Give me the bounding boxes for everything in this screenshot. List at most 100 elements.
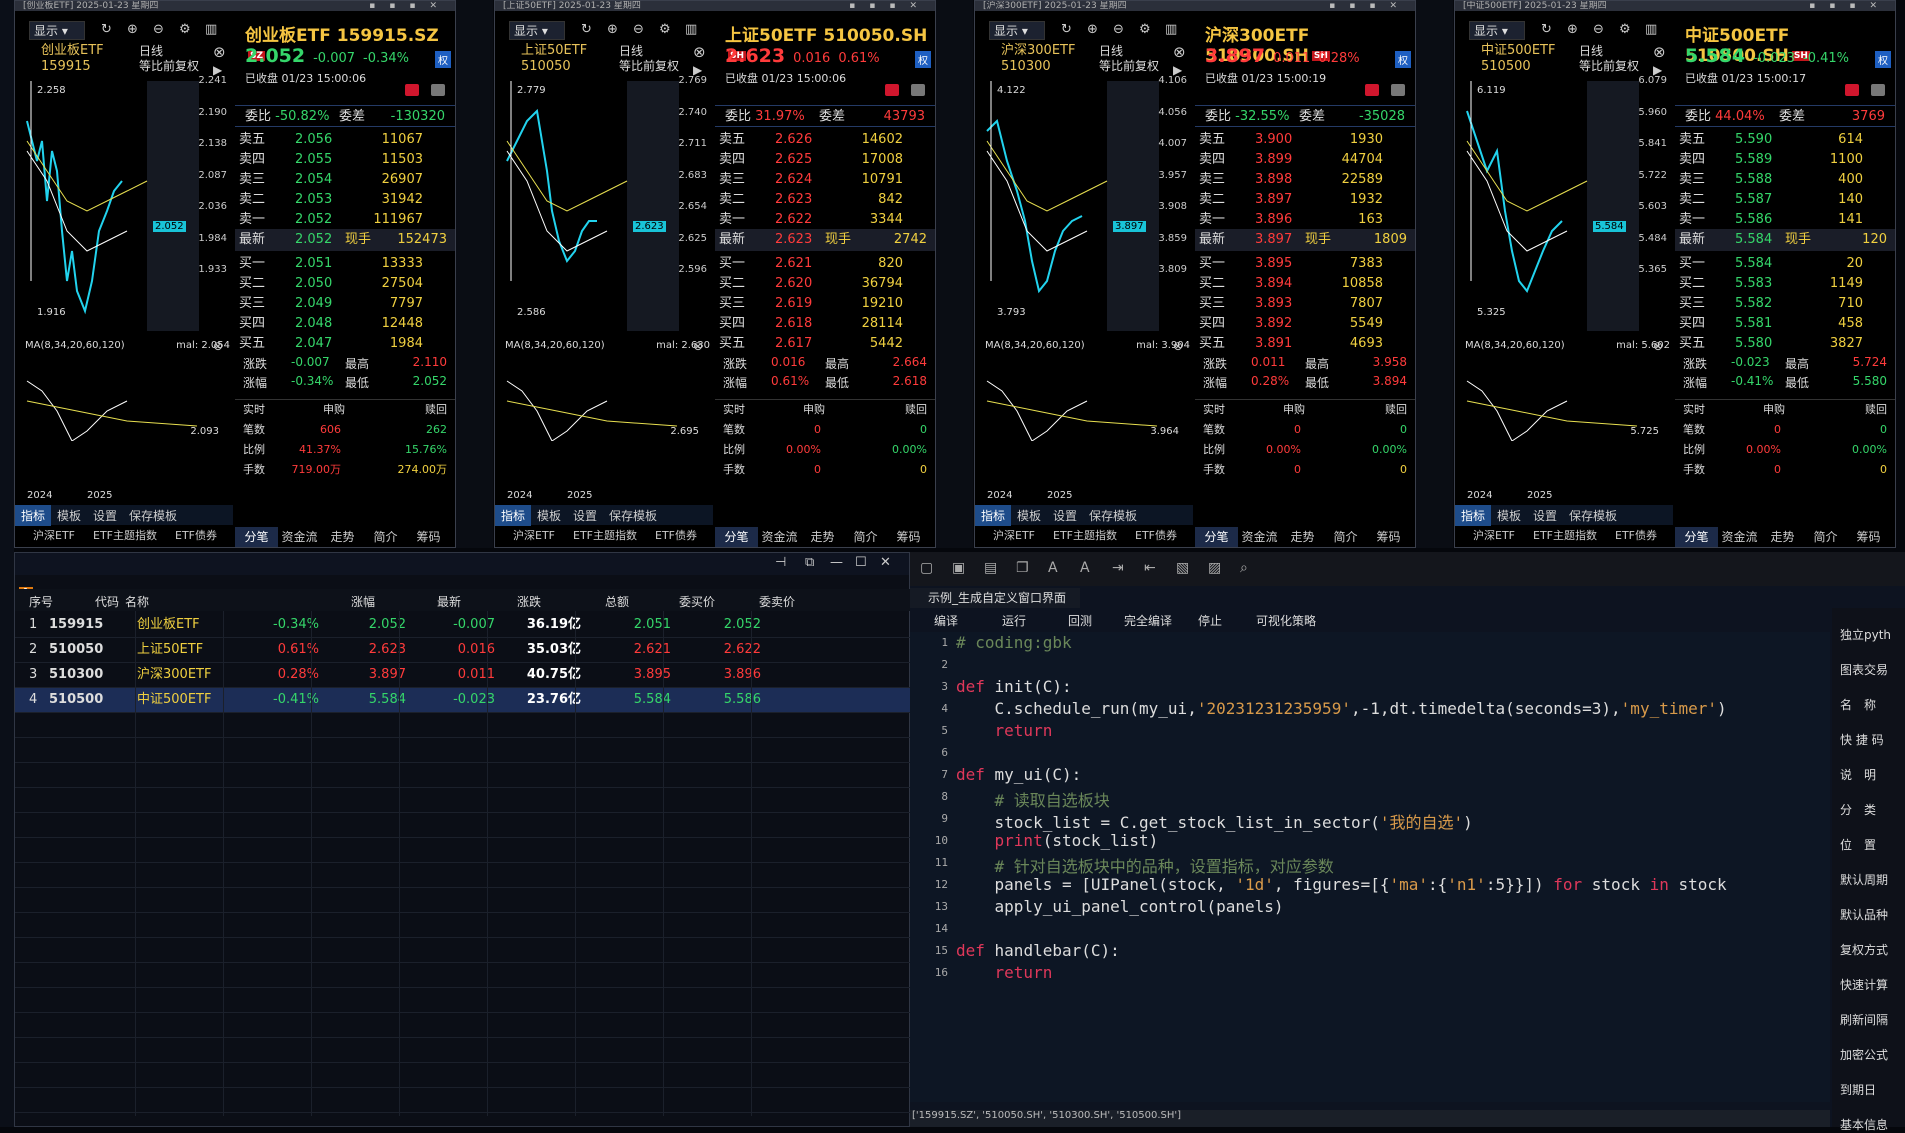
sector-tab[interactable]: ETF主题指数	[1533, 529, 1597, 542]
ask-row[interactable]: 卖二 3.897 1932	[1195, 189, 1415, 211]
quote-tab[interactable]: 简介	[844, 527, 887, 547]
snapshot-icon[interactable]	[911, 84, 925, 96]
bid-row[interactable]: 买三 5.582 710	[1675, 293, 1895, 315]
code-line[interactable]: return	[956, 721, 1053, 740]
bid-row[interactable]: 买一 2.051 13333	[235, 253, 455, 275]
code-line[interactable]: panels = [UIPanel(stock, '1d', figures=[…	[956, 875, 1727, 894]
quote-tab[interactable]: 走势	[1281, 527, 1324, 547]
maximize-icon[interactable]: ☐	[855, 555, 867, 570]
restore-icon[interactable]: ⧉	[805, 555, 814, 570]
display-dropdown[interactable]: 显示 ▾	[989, 21, 1045, 40]
code-line[interactable]: def init(C):	[956, 677, 1072, 696]
property-item[interactable]: 位 置	[1840, 836, 1876, 853]
property-item[interactable]: 图表交易	[1840, 661, 1888, 678]
property-item[interactable]: 分 类	[1840, 801, 1876, 818]
favorite-icon[interactable]	[405, 84, 419, 96]
ask-row[interactable]: 卖三 5.588 400	[1675, 169, 1895, 191]
quote-tab[interactable]: 分笔	[1675, 527, 1718, 547]
refresh-icon[interactable]: ↻	[1061, 22, 1072, 37]
close-icon[interactable]: ✕	[880, 555, 891, 570]
settings-icon[interactable]: ⚙	[179, 22, 191, 37]
property-item[interactable]: 独立pyth	[1840, 626, 1891, 643]
property-item[interactable]: 说 明	[1840, 766, 1876, 783]
code-line[interactable]: # 针对自选板块中的品种，设置指标，对应参数	[956, 853, 1334, 877]
display-dropdown[interactable]: 显示 ▾	[509, 21, 565, 40]
favorite-icon[interactable]	[1845, 84, 1859, 96]
zoom-in-icon[interactable]: ⊕	[127, 22, 138, 37]
column-header[interactable]: 委买价	[679, 593, 715, 610]
ask-row[interactable]: 卖三 2.624 10791	[715, 169, 935, 191]
property-item[interactable]: 默认品种	[1840, 906, 1888, 923]
layout-icon[interactable]: ▥	[205, 22, 217, 37]
bid-row[interactable]: 买四 2.048 12448	[235, 313, 455, 335]
property-item[interactable]: 名 称	[1840, 696, 1876, 713]
tab-template[interactable]: 模板	[51, 505, 87, 526]
save-as-icon[interactable]: ▤	[984, 560, 997, 576]
sector-tab[interactable]: ETF主题指数	[573, 529, 637, 542]
visual-strategy-button[interactable]: 可视化策略	[1256, 610, 1316, 632]
zoom-out-icon[interactable]: ⊖	[153, 22, 164, 37]
bid-row[interactable]: 买二 5.583 1149	[1675, 273, 1895, 295]
kline-chart[interactable]: 显示 ▾ ↻ ⊕ ⊖ ⚙ ▥ 创业板ETF 159915 日线 等比前复权 ⊗ ▶ …	[15, 13, 233, 542]
ask-row[interactable]: 卖一 3.896 163	[1195, 209, 1415, 231]
zoom-in-icon[interactable]: ⊕	[607, 22, 618, 37]
ask-row[interactable]: 卖五 3.900 1930	[1195, 129, 1415, 151]
bid-row[interactable]: 买五 3.891 4693	[1195, 333, 1415, 355]
ask-row[interactable]: 卖四 2.625 17008	[715, 149, 935, 171]
close-icon[interactable]: ⊗	[1653, 43, 1666, 61]
tab-template[interactable]: 模板	[531, 505, 567, 526]
tab-settings[interactable]: 设置	[1047, 505, 1083, 526]
quote-tab[interactable]: 资金流	[1718, 527, 1761, 547]
quote-tab[interactable]: 筹码	[407, 527, 450, 547]
tab-indicator[interactable]: 指标	[975, 505, 1012, 526]
sector-tab[interactable]: ETF债券	[655, 529, 697, 542]
bid-row[interactable]: 买四 5.581 458	[1675, 313, 1895, 335]
sector-tab[interactable]: ETF债券	[175, 529, 217, 542]
code-line[interactable]: def my_ui(C):	[956, 765, 1081, 784]
code-line[interactable]: apply_ui_panel_control(panels)	[956, 897, 1284, 916]
property-item[interactable]: 加密公式	[1840, 1046, 1888, 1063]
bid-row[interactable]: 买一 5.584 20	[1675, 253, 1895, 275]
ask-row[interactable]: 卖一 2.622 3344	[715, 209, 935, 231]
find-icon[interactable]: ⌕	[1240, 560, 1248, 576]
quote-tab[interactable]: 筹码	[1367, 527, 1410, 547]
tab-template[interactable]: 模板	[1011, 505, 1047, 526]
ask-row[interactable]: 卖四 3.899 44704	[1195, 149, 1415, 171]
quote-tab[interactable]: 简介	[1324, 527, 1367, 547]
code-line[interactable]: def handlebar(C):	[956, 941, 1120, 960]
new-file-icon[interactable]: ▢	[920, 560, 933, 576]
property-item[interactable]: 基本信息	[1840, 1116, 1888, 1133]
bid-row[interactable]: 买三 3.893 7807	[1195, 293, 1415, 315]
code-area[interactable]: 1 # coding:gbk 2 3 def init(C): 4 C.schedule_…	[910, 632, 1830, 1102]
settings-icon[interactable]: ⚙	[659, 22, 671, 37]
quote-tab[interactable]: 走势	[801, 527, 844, 547]
layout-icon[interactable]: ▥	[685, 22, 697, 37]
close-icon[interactable]: ⊗	[693, 43, 706, 61]
snapshot-icon[interactable]	[1391, 84, 1405, 96]
uncomment-icon[interactable]: ▨	[1208, 560, 1221, 576]
column-header[interactable]: 序号	[29, 593, 53, 610]
tab-settings[interactable]: 设置	[567, 505, 603, 526]
favorite-icon[interactable]	[1365, 84, 1379, 96]
layout-icon[interactable]: ▥	[1645, 22, 1657, 37]
table-row[interactable]: 2 510050 上证50ETF 0.61% 2.623 0.016 35.03亿 2.621…	[15, 637, 911, 662]
sector-tab[interactable]: 沪深ETF	[993, 529, 1035, 542]
property-item[interactable]: 默认周期	[1840, 871, 1888, 888]
sector-tab[interactable]: 沪深ETF	[513, 529, 555, 542]
zoom-in-icon[interactable]: ⊕	[1567, 22, 1578, 37]
font-increase-icon[interactable]: A	[1080, 560, 1090, 576]
tab-indicator[interactable]: 指标	[495, 505, 532, 526]
bid-row[interactable]: 买五 2.047 1984	[235, 333, 455, 355]
tab-settings[interactable]: 设置	[1527, 505, 1563, 526]
bid-row[interactable]: 买五 2.617 5442	[715, 333, 935, 355]
quote-tab[interactable]: 分笔	[1195, 527, 1238, 547]
stop-button[interactable]: 停止	[1198, 610, 1222, 632]
tab-indicator[interactable]: 指标	[15, 505, 52, 526]
kline-chart[interactable]: 显示 ▾ ↻ ⊕ ⊖ ⚙ ▥ 中证500ETF 510500 日线 等比前复权 ⊗ …	[1455, 13, 1673, 542]
zoom-out-icon[interactable]: ⊖	[633, 22, 644, 37]
quote-tab[interactable]: 分笔	[715, 527, 758, 547]
favorite-icon[interactable]	[885, 84, 899, 96]
ask-row[interactable]: 卖一 5.586 141	[1675, 209, 1895, 231]
settings-icon[interactable]: ⚙	[1619, 22, 1631, 37]
tab-save-template[interactable]: 保存模板	[1563, 505, 1623, 526]
